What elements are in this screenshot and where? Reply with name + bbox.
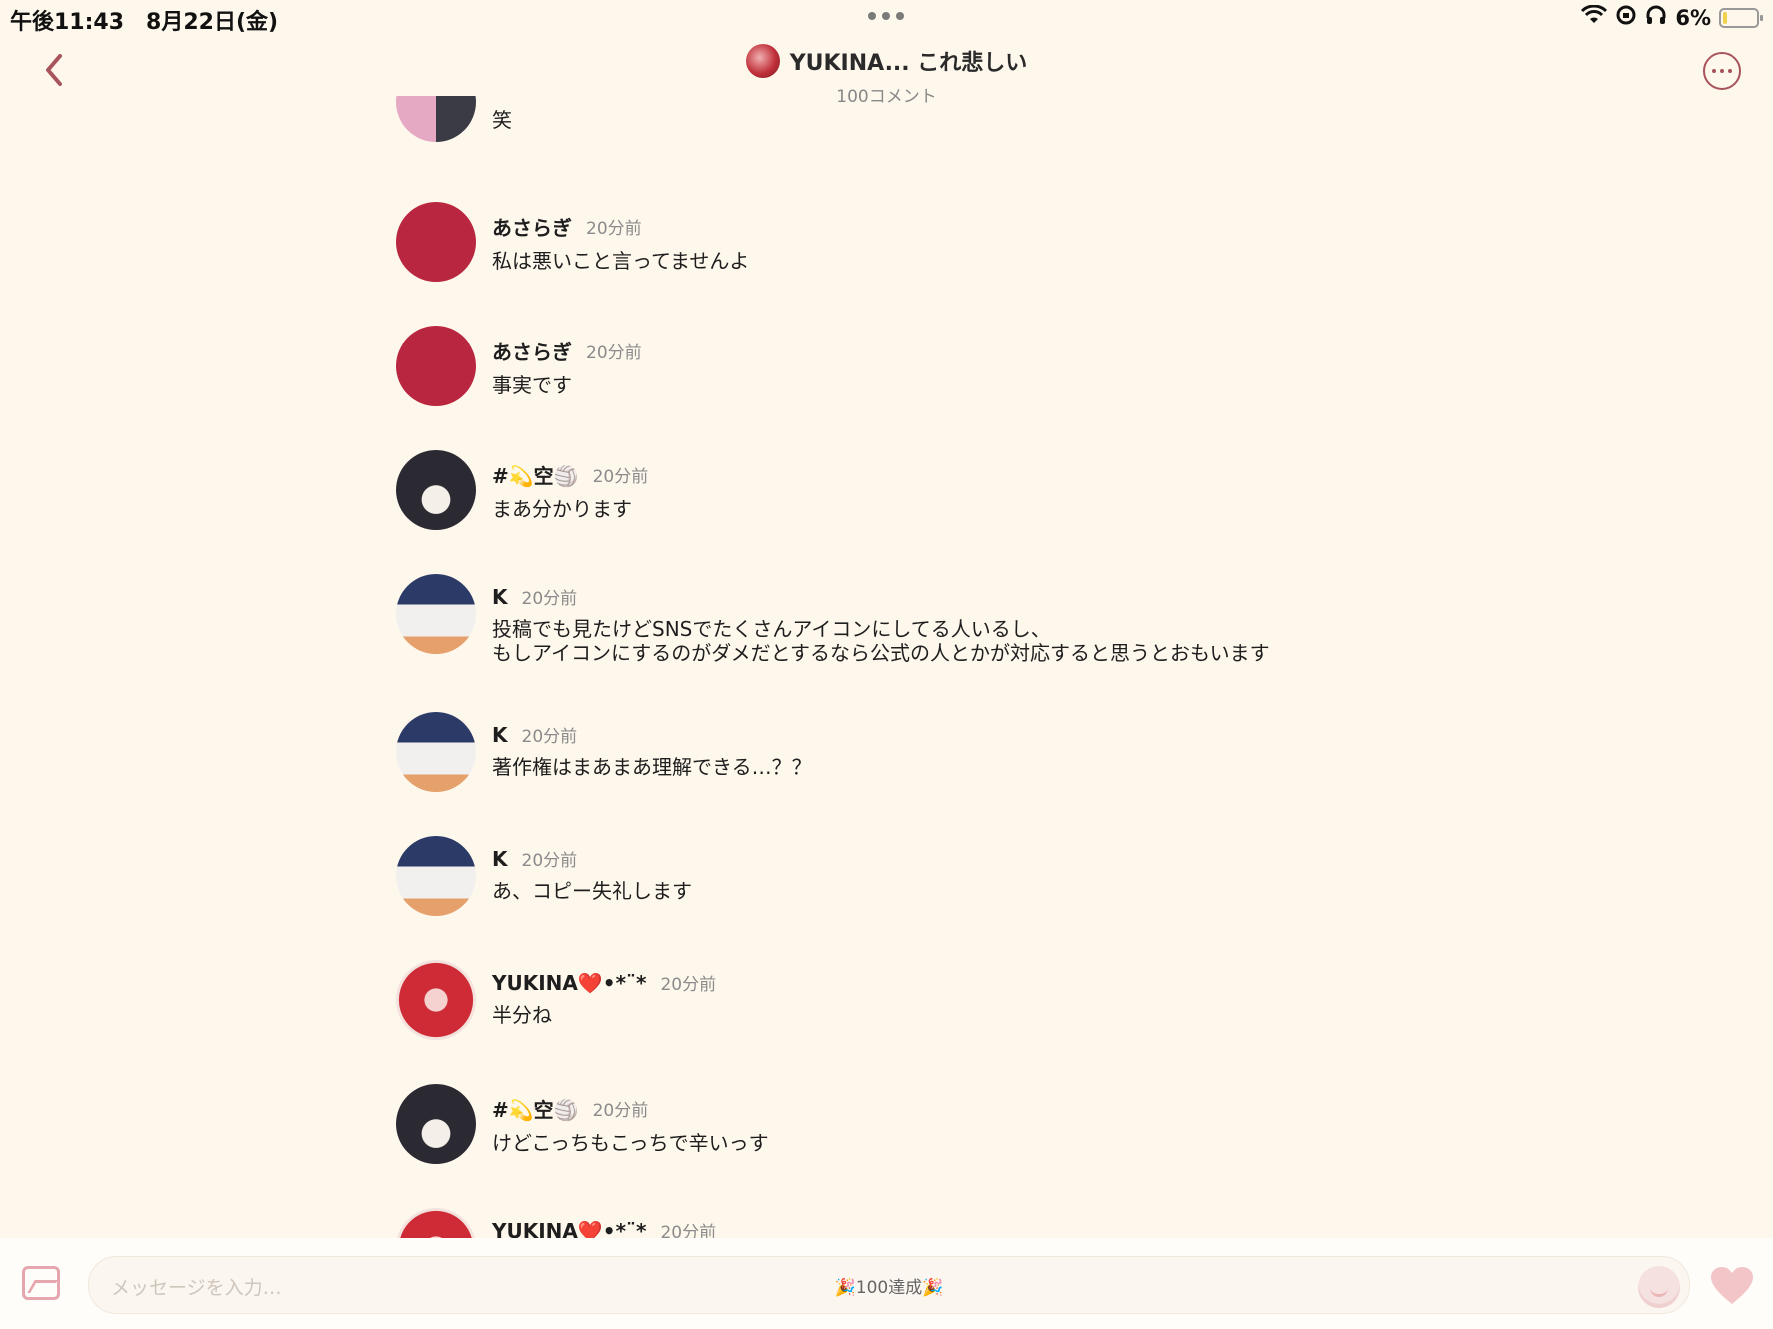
message-text: 事実です — [492, 373, 572, 397]
message-author[interactable]: #💫空🏐 — [492, 460, 579, 489]
message-text: 私は悪いこと言ってませんよ — [492, 249, 750, 273]
message-text: けどこっちもこっちで辛いっす — [492, 1131, 769, 1155]
message-author[interactable]: YUKINA❤️•*¨* — [492, 971, 646, 995]
message-text: 笑 — [492, 108, 512, 132]
emoji-icon[interactable] — [1638, 1266, 1680, 1308]
headphones-icon — [1645, 4, 1667, 31]
battery-percent: 6% — [1675, 5, 1711, 30]
more-horizontal-icon — [1712, 69, 1716, 73]
message-author[interactable]: K — [492, 847, 508, 871]
avatar[interactable] — [396, 326, 476, 406]
avatar[interactable] — [396, 960, 476, 1040]
screen-lock-icon — [1615, 4, 1637, 31]
heart-button[interactable] — [1708, 1264, 1756, 1308]
avatar[interactable] — [396, 450, 476, 530]
message-item[interactable]: K 20分前 あ、コピー失礼します — [396, 836, 692, 916]
milestone-label: 🎉100達成🎉 — [834, 1278, 944, 1298]
group-avatar — [745, 44, 780, 78]
wifi-icon — [1581, 4, 1608, 30]
avatar[interactable] — [396, 1208, 476, 1238]
message-item[interactable]: K 20分前 著作権はまあまあ理解できる…？？ — [396, 712, 812, 792]
avatar[interactable] — [396, 96, 476, 142]
message-author[interactable]: あさらぎ — [492, 212, 572, 241]
message-author[interactable]: YUKINA❤️•*¨* — [492, 1219, 646, 1239]
message-text: 著作権はまあまあ理解できる…？？ — [492, 755, 812, 779]
more-button[interactable] — [1703, 52, 1741, 90]
page-title: YUKINA... これ悲しい — [789, 51, 1028, 76]
message-author[interactable]: #💫空🏐 — [492, 1094, 579, 1123]
status-time: 午後11:43 8月22日(金) — [10, 10, 279, 35]
message-item[interactable]: あさらぎ 20分前 事実です — [396, 326, 642, 406]
message-text: 投稿でも見たけどSNSでたくさんアイコンにしてる人いるし、 — [492, 617, 1051, 641]
message-time: 20分前 — [592, 467, 649, 487]
message-time: 20分前 — [592, 1101, 649, 1121]
message-text: 半分ね — [492, 1003, 552, 1027]
avatar[interactable] — [396, 712, 476, 792]
message-time: 20分前 — [586, 343, 642, 363]
message-text: まあ分かります — [492, 497, 632, 521]
message-time: 20分前 — [660, 975, 717, 995]
message-item[interactable]: K 20分前 投稿でも見たけどSNSでたくさんアイコンにしてる人いるし、 もしア… — [396, 574, 1270, 665]
message-time: 20分前 — [586, 219, 642, 239]
message-list[interactable]: 笑 あさらぎ 20分前 私は悪いこと言ってませんよ あさらぎ 20分前 事実です… — [0, 96, 1773, 1238]
message-item[interactable]: #💫空🏐 20分前 まあ分かります — [396, 450, 648, 530]
message-time: 20分前 — [660, 1223, 717, 1238]
image-icon[interactable] — [22, 1266, 60, 1300]
message-item[interactable]: 笑 — [396, 96, 512, 142]
avatar[interactable] — [396, 202, 476, 282]
message-author[interactable]: K — [492, 585, 508, 609]
status-bar: 午後11:43 8月22日(金) 6% — [0, 0, 1773, 35]
avatar[interactable] — [396, 574, 476, 654]
message-input[interactable]: メッセージを入力… 🎉100達成🎉 — [88, 1256, 1690, 1314]
message-author[interactable]: K — [492, 723, 508, 747]
message-author[interactable]: あさらぎ — [492, 336, 572, 365]
message-item[interactable]: YUKINA❤️•*¨* 20分前 半分ね — [396, 960, 716, 1040]
message-time: 20分前 — [521, 589, 578, 609]
message-time: 20分前 — [521, 727, 578, 747]
message-item[interactable]: #💫空🏐 20分前 けどこっちもこっちで辛いっす — [396, 1084, 769, 1164]
avatar[interactable] — [396, 836, 476, 916]
message-composer: メッセージを入力… 🎉100達成🎉 — [0, 1238, 1773, 1329]
multitasking-dots-icon[interactable] — [868, 12, 904, 20]
heart-icon — [1711, 1267, 1753, 1304]
battery-icon — [1719, 7, 1763, 28]
message-text-line-2: もしアイコンにするのがダメだとするなら公式の人とかが対応すると思うとおもいます — [492, 641, 1270, 665]
avatar[interactable] — [396, 1084, 476, 1164]
message-text: あ、コピー失礼します — [492, 879, 692, 903]
message-item[interactable]: あさらぎ 20分前 私は悪いこと言ってませんよ — [396, 202, 749, 282]
message-time: 20分前 — [521, 851, 578, 871]
message-item[interactable]: YUKINA❤️•*¨* 20分前 — [396, 1208, 716, 1238]
status-right: 6% — [1581, 4, 1763, 31]
